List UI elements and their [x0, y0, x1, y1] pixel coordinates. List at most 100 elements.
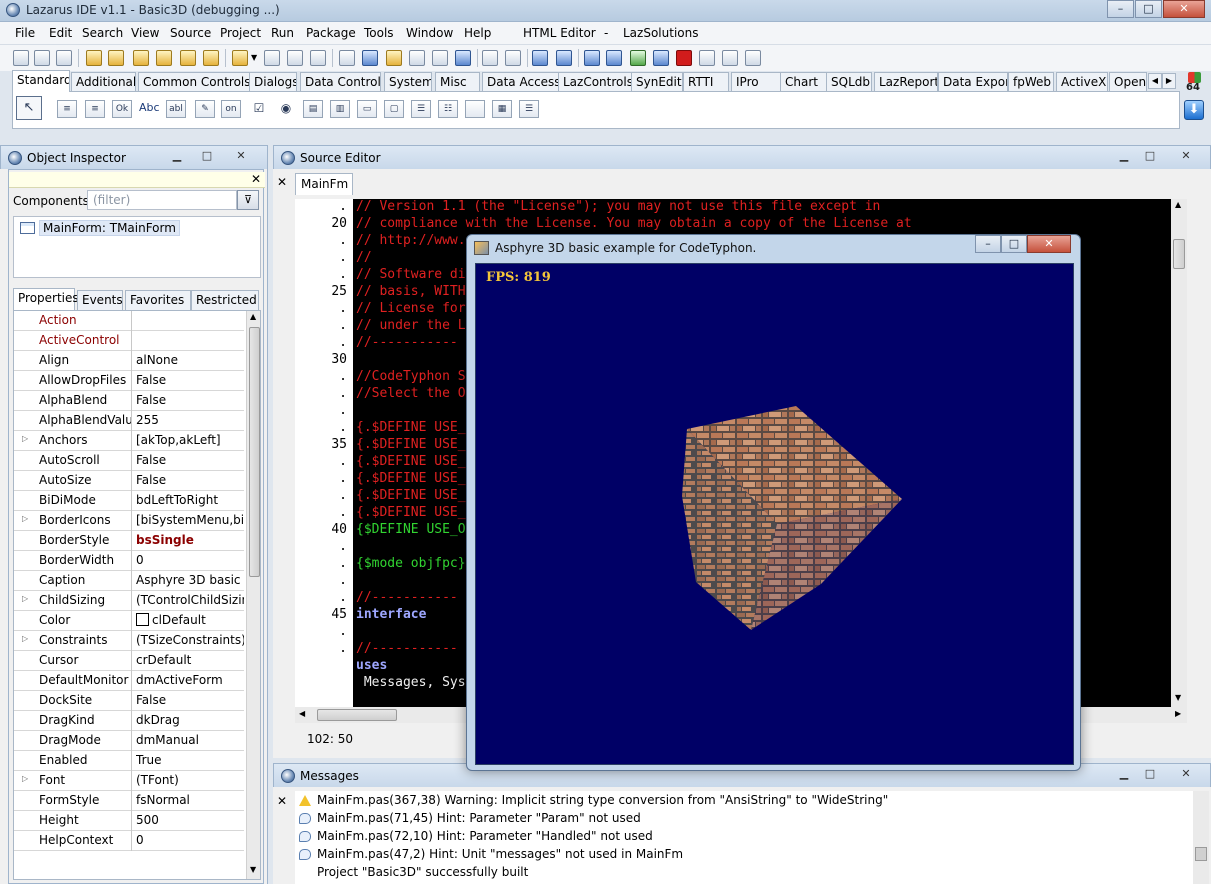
component-tree[interactable]: MainForm: TMainForm — [13, 216, 261, 278]
property-row[interactable]: ▷ Font (TFont) — [14, 771, 244, 791]
component-filter-input[interactable]: (filter) — [87, 190, 237, 210]
palette-tab-system[interactable]: System — [384, 72, 432, 92]
minimize-icon[interactable]: ▁ — [167, 149, 187, 165]
property-value[interactable]: False — [136, 393, 244, 407]
menu-project[interactable]: Project — [220, 26, 261, 40]
scroll-up-icon[interactable]: ▲ — [250, 312, 256, 321]
new-unit-icon[interactable] — [13, 50, 29, 66]
tab-properties[interactable]: Properties — [13, 288, 79, 310]
open-package-icon[interactable] — [133, 50, 149, 66]
tbutton-icon[interactable]: Ok — [112, 100, 132, 118]
property-value[interactable]: False — [136, 453, 244, 467]
render-canvas[interactable]: FPS: 819 — [475, 263, 1074, 765]
minimize-icon[interactable]: ▁ — [1114, 149, 1134, 165]
message-row[interactable]: MainFm.pas(47,2) Hint: Unit "messages" n… — [299, 845, 683, 863]
open-recent-icon[interactable] — [108, 50, 124, 66]
view-units-icon[interactable] — [386, 50, 402, 66]
property-row[interactable]: BorderStyle bsSingle — [14, 531, 244, 551]
tcheckgroup-icon[interactable]: ☷ — [438, 100, 458, 118]
property-row[interactable]: AlphaBlend False — [14, 391, 244, 411]
message-row[interactable]: MainFm.pas(367,38) Warning: Implicit str… — [299, 791, 888, 809]
property-value[interactable]: (TFont) — [136, 773, 244, 787]
palette-tab-synedit[interactable]: SynEdit — [631, 72, 683, 92]
property-value[interactable]: 500 — [136, 813, 244, 827]
property-row[interactable]: DefaultMonitor dmActiveForm — [14, 671, 244, 691]
run-icon[interactable] — [630, 50, 646, 66]
new-file-icon[interactable] — [56, 50, 72, 66]
scroll-down-icon[interactable]: ▼ — [1175, 693, 1181, 702]
property-value[interactable]: dmActiveForm — [136, 673, 244, 687]
filter-icon[interactable]: ⊽ — [237, 190, 259, 210]
maximize-icon[interactable]: □ — [1140, 149, 1160, 165]
tmainmenu-icon[interactable]: ≡ — [57, 100, 77, 118]
palette-tab-lazcontrols[interactable]: LazControls — [558, 72, 632, 92]
close-file-icon[interactable] — [310, 50, 326, 66]
menu-run[interactable]: Run — [271, 26, 294, 40]
tpopupmenu-icon[interactable]: ≡ — [85, 100, 105, 118]
palette-tab-dialogs[interactable]: Dialogs — [249, 72, 297, 92]
tree-item-mainform[interactable]: MainForm: TMainForm — [20, 220, 180, 236]
stop-icon[interactable] — [676, 50, 692, 66]
property-row[interactable]: BiDiMode bdLeftToRight — [14, 491, 244, 511]
maximize-icon[interactable]: □ — [197, 149, 217, 165]
property-value[interactable]: dkDrag — [136, 713, 244, 727]
minimize-button[interactable]: – — [1107, 0, 1134, 18]
close-icon[interactable]: ✕ — [277, 794, 287, 808]
palette-tab-activex[interactable]: ActiveX — [1056, 72, 1108, 92]
property-row[interactable]: AlphaBlendValue 255 — [14, 411, 244, 431]
property-row[interactable]: Align alNone — [14, 351, 244, 371]
property-value[interactable]: True — [136, 753, 244, 767]
property-row[interactable]: BorderWidth 0 — [14, 551, 244, 571]
property-row[interactable]: Cursor crDefault — [14, 651, 244, 671]
menu-source[interactable]: Source — [170, 26, 211, 40]
message-row[interactable]: MainFm.pas(72,10) Hint: Parameter "Handl… — [299, 827, 653, 845]
install-package-icon[interactable] — [203, 50, 219, 66]
property-value[interactable]: False — [136, 373, 244, 387]
menu-html-editor[interactable]: HTML Editor — [523, 26, 596, 40]
close-button[interactable]: ✕ — [1027, 235, 1071, 253]
close-icon[interactable]: ✕ — [1176, 767, 1196, 783]
expand-arrow-icon[interactable]: ▷ — [22, 594, 28, 603]
palette-tab-sqldb[interactable]: SQLdb — [826, 72, 872, 92]
property-value[interactable]: fsNormal — [136, 793, 244, 807]
scrollbar-thumb[interactable] — [1195, 847, 1207, 861]
editor-vertical-scrollbar[interactable]: ▲ ▼ — [1171, 199, 1187, 707]
expand-arrow-icon[interactable]: ▷ — [22, 434, 28, 443]
tab-restricted[interactable]: Restricted — [191, 290, 259, 310]
menu-tools[interactable]: Tools — [364, 26, 394, 40]
scrollbar-thumb[interactable] — [249, 327, 260, 577]
view-forms-icon[interactable] — [409, 50, 425, 66]
message-row[interactable]: Project "Basic3D" successfully built — [299, 863, 528, 881]
property-value[interactable]: bdLeftToRight — [136, 493, 244, 507]
property-value[interactable]: [biSystemMenu,biM — [136, 513, 244, 527]
tab-events[interactable]: Events — [77, 290, 123, 310]
message-row[interactable]: MainFm.pas(71,45) Hint: Parameter "Param… — [299, 809, 641, 827]
tframe-icon[interactable]: ▦ — [492, 100, 512, 118]
compile-icon[interactable] — [532, 50, 548, 66]
tscrollbar-icon[interactable]: ▭ — [357, 100, 377, 118]
property-value[interactable]: crDefault — [136, 653, 244, 667]
palette-tab-lazreport[interactable]: LazReport — [874, 72, 938, 92]
close-tab-icon[interactable]: ✕ — [277, 175, 287, 189]
palette-tab-standard[interactable]: Standard — [12, 70, 70, 92]
menu-window[interactable]: Window — [406, 26, 453, 40]
pause-icon[interactable] — [653, 50, 669, 66]
ttogglebox-icon[interactable]: on — [221, 100, 241, 118]
property-value[interactable]: (TSizeConstraints) — [136, 633, 244, 647]
property-value[interactable]: False — [136, 473, 244, 487]
maximize-button[interactable]: □ — [1135, 0, 1162, 18]
palette-tab-data-controls[interactable]: Data Controls — [300, 72, 381, 92]
clean-build-icon[interactable] — [556, 50, 572, 66]
tradiobutton-icon[interactable]: ◉ — [276, 100, 296, 118]
property-row[interactable]: HelpContext 0 — [14, 831, 244, 851]
scroll-tabs-right-icon[interactable]: ▶ — [1162, 73, 1176, 89]
open-dropdown-icon[interactable] — [232, 50, 248, 66]
download-arrow-icon[interactable]: ⬇ — [1184, 100, 1204, 120]
step-out-icon[interactable] — [745, 50, 761, 66]
property-row[interactable]: ▷ ChildSizing (TControlChildSizing — [14, 591, 244, 611]
property-value[interactable]: alNone — [136, 353, 244, 367]
palette-tab-additional[interactable]: Additional — [71, 72, 136, 92]
palette-tab-chart[interactable]: Chart — [780, 72, 828, 92]
debug-options-icon[interactable] — [584, 50, 600, 66]
palette-tab-common-controls[interactable]: Common Controls — [138, 72, 257, 92]
